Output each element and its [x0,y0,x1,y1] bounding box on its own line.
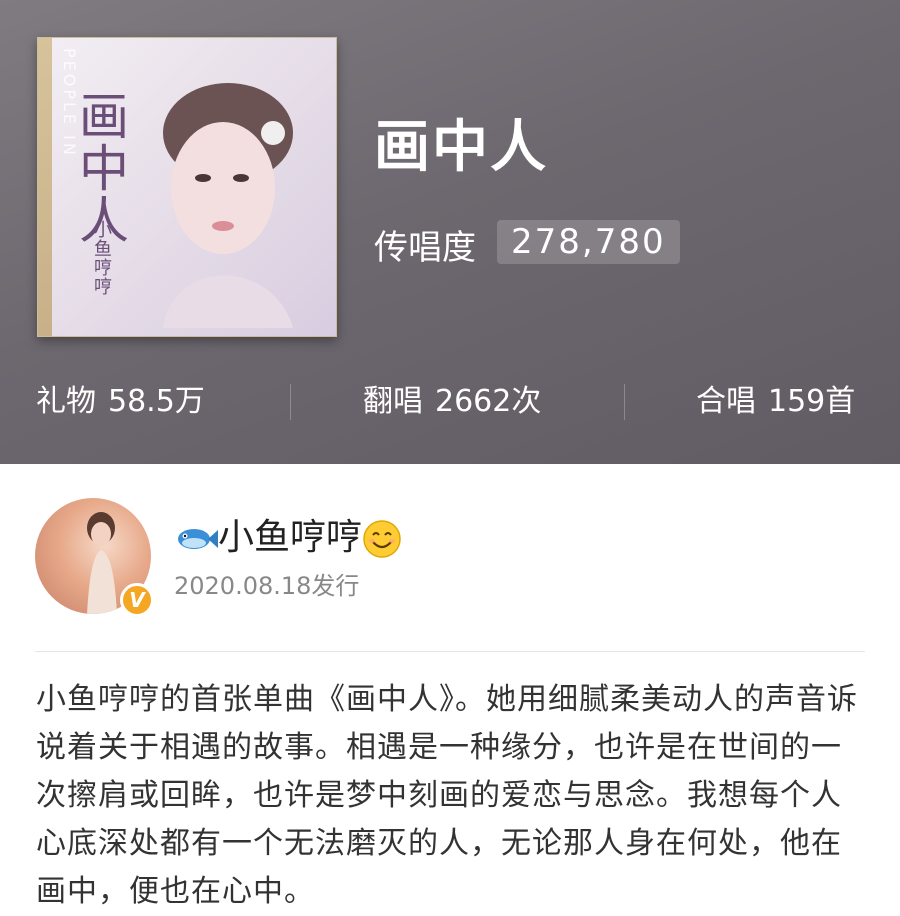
popularity-value: 278,780 [497,220,680,264]
album-cover[interactable]: PEOPLE IN 画中人 小鱼哼哼 [37,37,337,337]
stat-divider [290,384,291,420]
verified-badge: V [120,583,154,617]
stat-label: 翻唱 [363,384,423,419]
stat-divider [624,384,625,420]
section-divider [35,651,865,652]
song-header: PEOPLE IN 画中人 小鱼哼哼 画中人 传唱度 278,780 礼物 58.… [0,0,900,464]
cover-artist: 小鱼哼哼 [91,220,112,296]
cover-gold-strip [38,38,52,336]
artist-name-row[interactable]: 小鱼哼哼 [176,515,402,561]
song-title: 画中人 [374,115,548,180]
stat-value: 159首 [768,384,856,419]
release-date: 2020.08.18发行 [174,572,360,600]
stats-bar: 礼物 58.5万 翻唱 2662次 合唱 159首 [0,372,900,432]
popularity-label: 传唱度 [374,228,476,268]
stat-value: 58.5万 [108,384,205,419]
fish-icon [178,529,218,549]
stat-chorus[interactable]: 合唱 159首 [696,372,855,432]
cover-portrait [163,83,293,328]
stat-label: 合唱 [696,384,756,419]
stat-label: 礼物 [36,384,96,419]
stat-value: 2662次 [435,384,542,419]
smile-emoji-icon [363,520,401,558]
artist-name: 小鱼哼哼 [218,517,363,558]
stat-gifts[interactable]: 礼物 58.5万 [36,372,205,432]
stat-covers[interactable]: 翻唱 2662次 [363,372,541,432]
song-description: 小鱼哼哼的首张单曲《画中人》。她用细腻柔美动人的声音诉说着关于相遇的故事。相遇是… [36,682,858,909]
